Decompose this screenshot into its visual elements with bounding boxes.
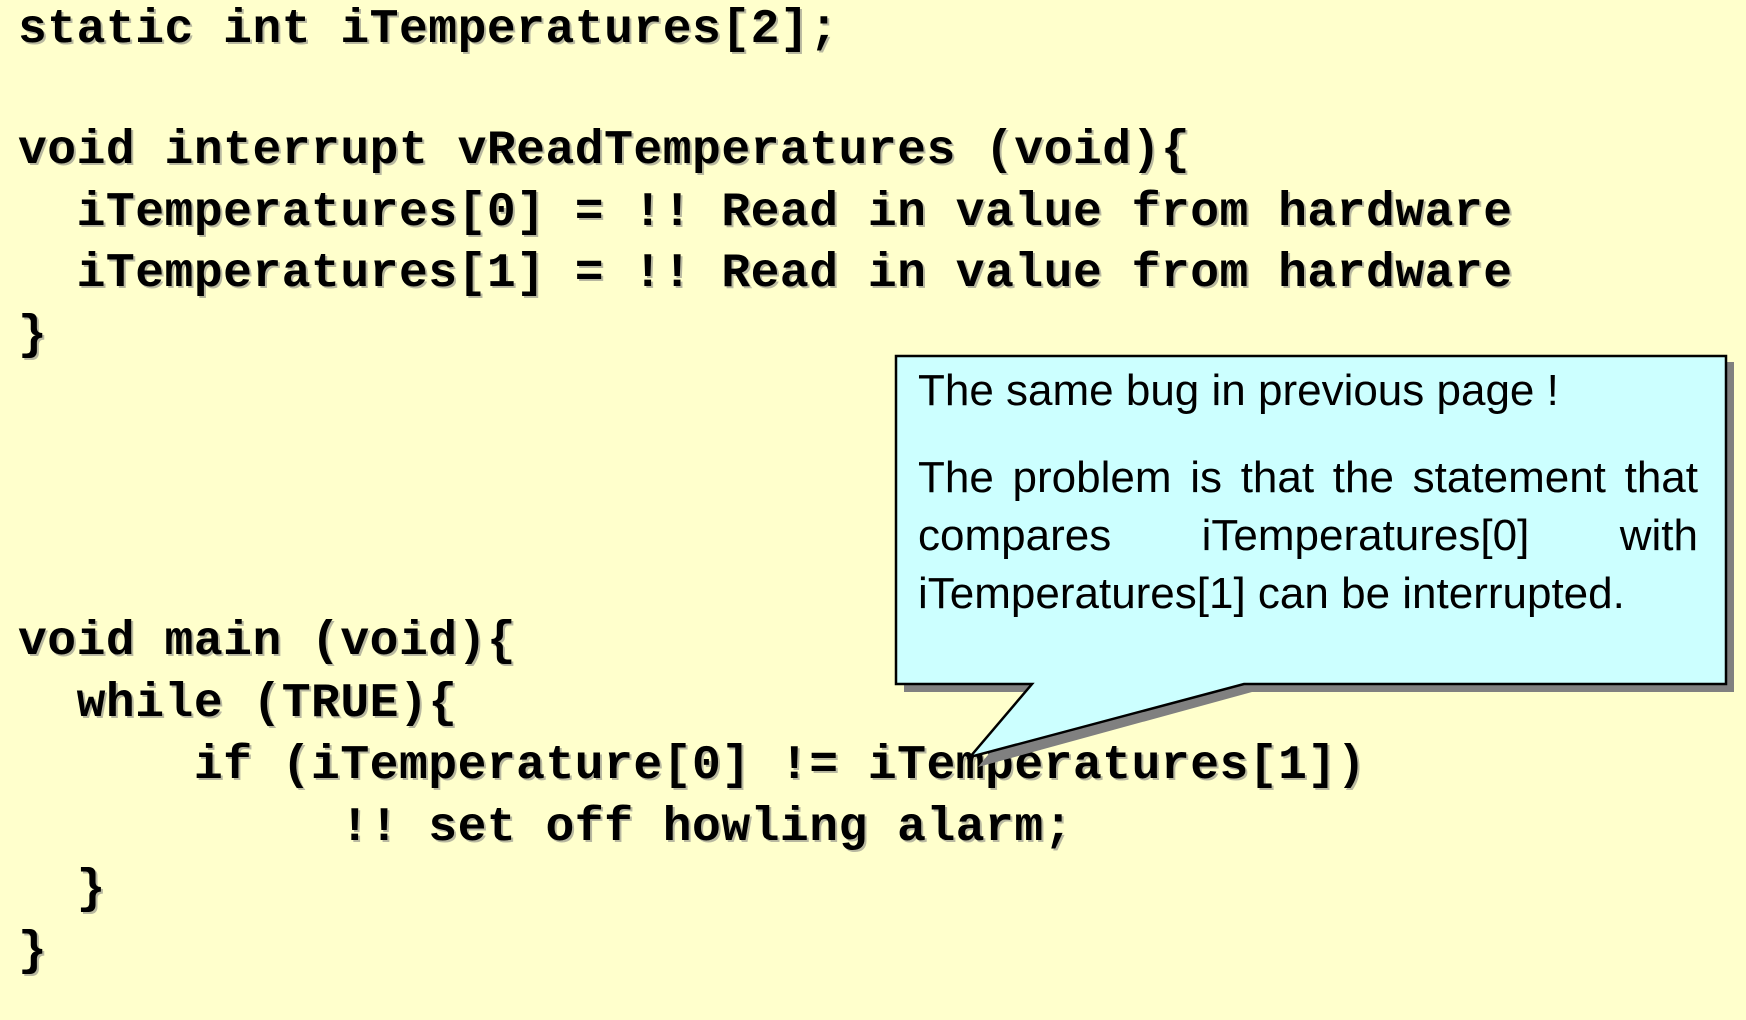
callout-body: The problem is that the statement that c… xyxy=(918,453,1698,618)
callout-title: The same bug in previous page ! xyxy=(918,366,1559,415)
